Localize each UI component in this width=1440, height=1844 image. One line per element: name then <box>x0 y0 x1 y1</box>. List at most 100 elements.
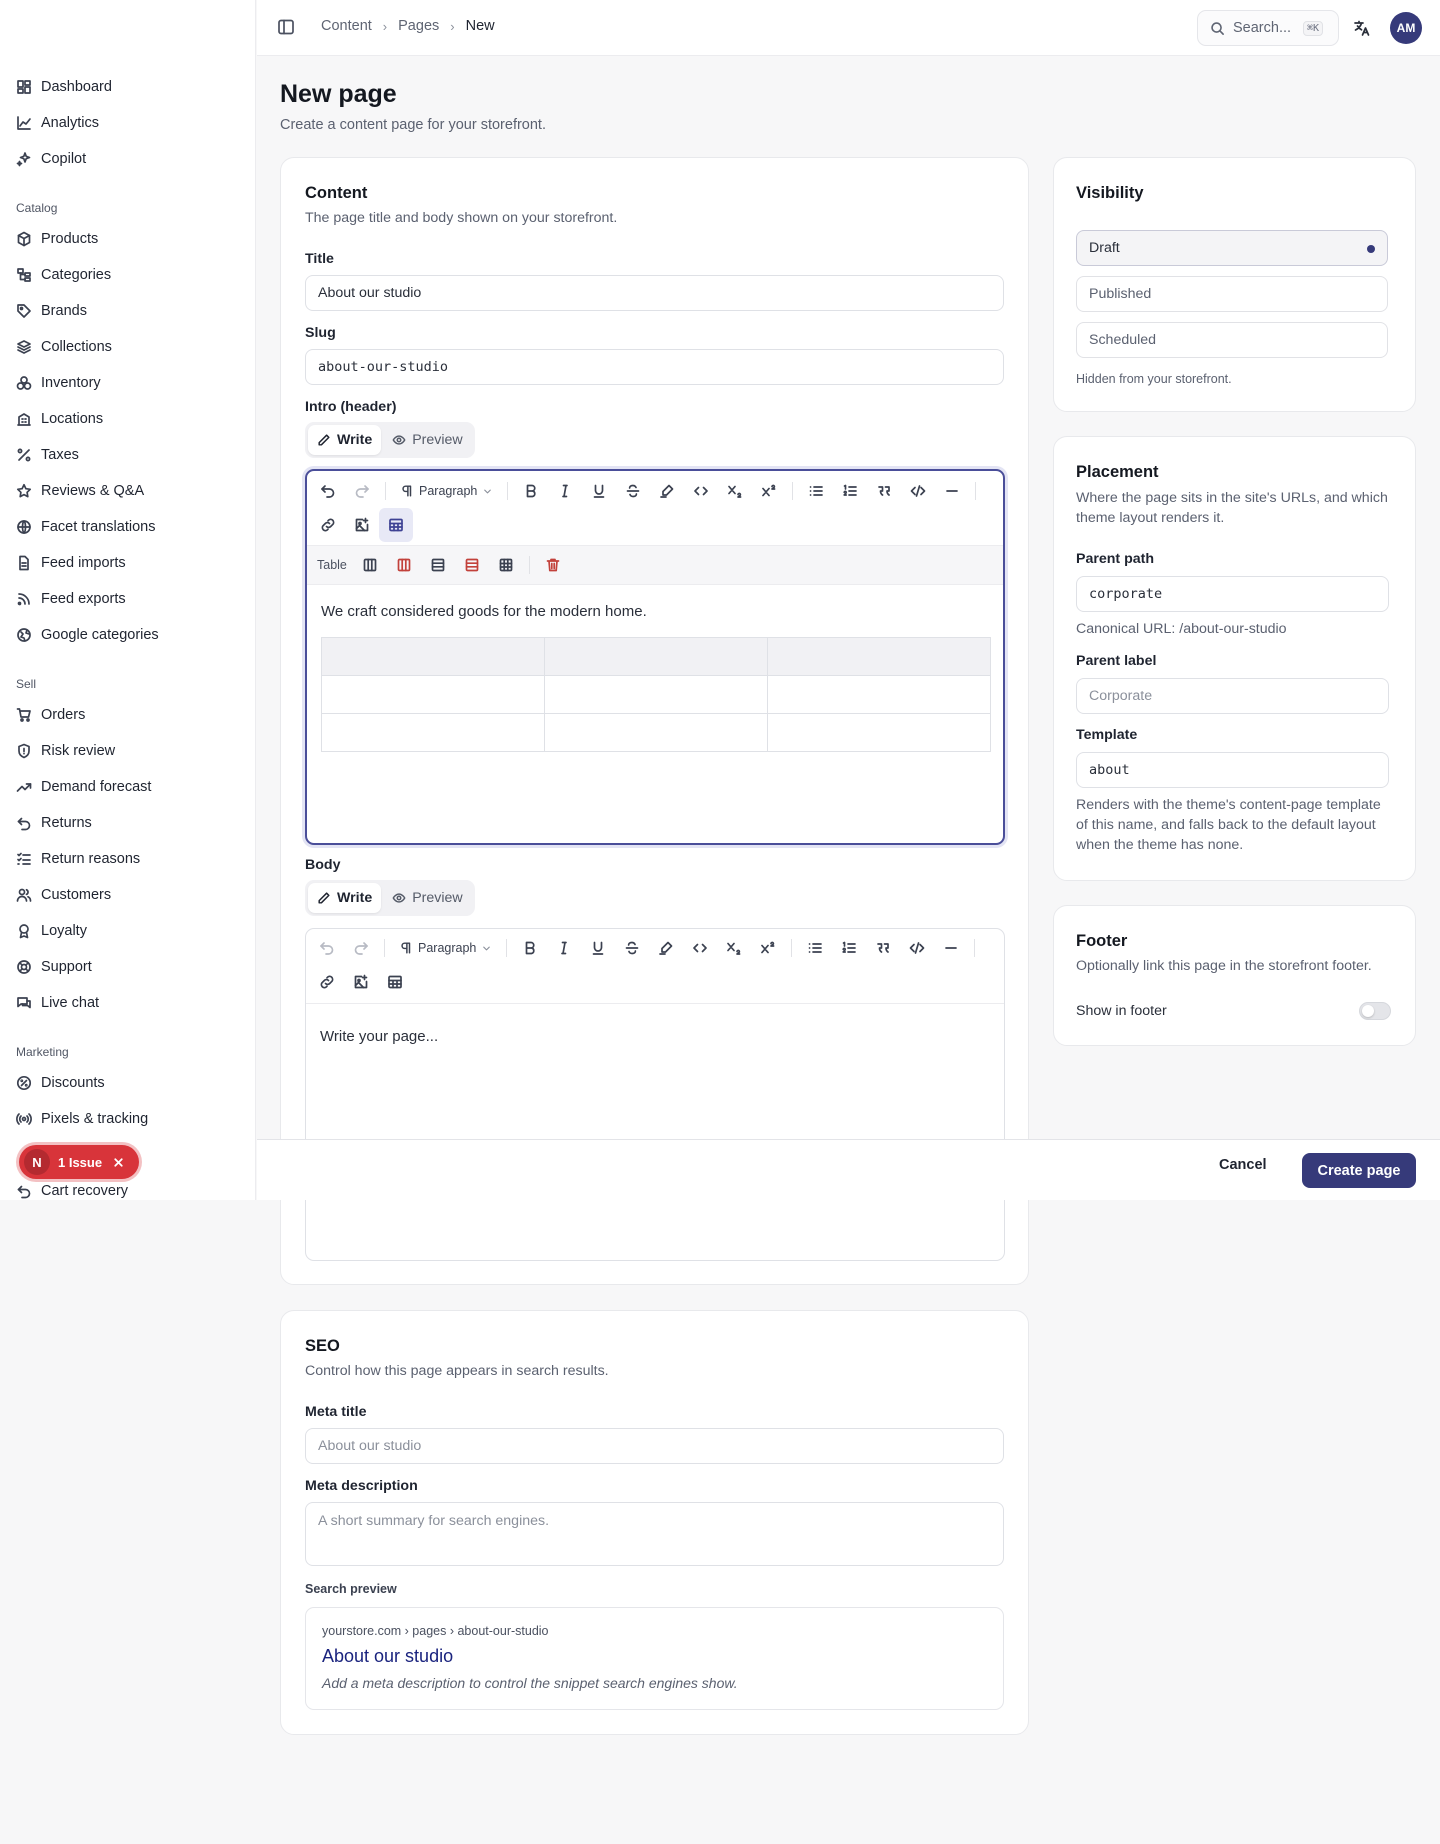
sidebar-item-brands[interactable]: Brands <box>16 299 87 323</box>
parent-label-input[interactable]: Corporate <box>1076 678 1389 714</box>
sidebar-item-returns[interactable]: Returns <box>16 811 92 835</box>
sidebar-item-demand-forecast[interactable]: Demand forecast <box>16 775 151 799</box>
show-in-footer-toggle[interactable] <box>1359 1002 1391 1020</box>
breadcrumb-pages[interactable]: Pages <box>398 18 439 34</box>
table-cell[interactable] <box>767 675 991 714</box>
paragraph-select[interactable]: Paragraph <box>391 931 500 965</box>
intro-write-tab[interactable]: Write <box>308 425 382 455</box>
table-cell[interactable] <box>767 713 991 752</box>
strikethrough-button[interactable] <box>615 931 649 965</box>
inline-code-button[interactable] <box>684 474 718 508</box>
image-button[interactable] <box>345 508 379 542</box>
search-button[interactable]: Search... ⌘K <box>1197 10 1339 46</box>
sidebar-item-inventory[interactable]: Inventory <box>16 371 101 395</box>
delete-column-button[interactable] <box>387 548 421 582</box>
redo-button[interactable] <box>345 474 379 508</box>
visibility-option-draft[interactable]: Draft <box>1076 230 1388 266</box>
code-block-button[interactable] <box>900 931 934 965</box>
sidebar-item-live-chat[interactable]: Live chat <box>16 991 99 1015</box>
table-cell[interactable] <box>544 675 768 714</box>
table-cell[interactable] <box>321 675 545 714</box>
table-button[interactable] <box>378 965 412 999</box>
table-header-cell[interactable] <box>321 637 545 676</box>
highlight-button[interactable] <box>650 474 684 508</box>
toggle-header-button[interactable] <box>489 548 523 582</box>
table-cell[interactable] <box>321 713 545 752</box>
breadcrumb-content[interactable]: Content <box>321 18 372 34</box>
link-button[interactable] <box>310 965 344 999</box>
delete-table-button[interactable] <box>536 548 570 582</box>
delete-row-button[interactable] <box>455 548 489 582</box>
quote-button[interactable] <box>867 474 901 508</box>
superscript-button[interactable] <box>751 931 785 965</box>
sidebar-item-discounts[interactable]: Discounts <box>16 1071 105 1095</box>
intro-editor[interactable]: Paragraph Table We craft considered good… <box>305 469 1005 845</box>
subscript-button[interactable] <box>717 931 751 965</box>
sidebar-item-taxes[interactable]: Taxes <box>16 443 79 467</box>
intro-table[interactable] <box>321 637 991 752</box>
visibility-option-published[interactable]: Published <box>1076 276 1388 312</box>
sidebar-item-return-reasons[interactable]: Return reasons <box>16 847 140 871</box>
issue-badge[interactable]: N 1 Issue <box>19 1145 139 1179</box>
horizontal-rule-button[interactable] <box>934 931 968 965</box>
sidebar-item-analytics[interactable]: Analytics <box>16 111 99 135</box>
sidebar-item-risk-review[interactable]: Risk review <box>16 739 115 763</box>
avatar[interactable]: AM <box>1390 12 1422 44</box>
underline-button[interactable] <box>582 474 616 508</box>
sidebar-item-products[interactable]: Products <box>16 227 98 251</box>
sidebar-item-collections[interactable]: Collections <box>16 335 112 359</box>
code-block-button[interactable] <box>901 474 935 508</box>
sidebar-item-locations[interactable]: Locations <box>16 407 103 431</box>
body-write-tab[interactable]: Write <box>308 883 382 913</box>
sidebar-item-feed-exports[interactable]: Feed exports <box>16 587 126 611</box>
sidebar-item-feed-imports[interactable]: Feed imports <box>16 551 126 575</box>
cancel-button[interactable]: Cancel <box>1219 1157 1267 1173</box>
table-button[interactable] <box>379 508 413 542</box>
close-icon[interactable] <box>112 1156 125 1169</box>
sidebar-item-pixels-tracking[interactable]: Pixels & tracking <box>16 1107 148 1131</box>
numbered-list-button[interactable] <box>832 931 866 965</box>
italic-button[interactable] <box>548 474 582 508</box>
inline-code-button[interactable] <box>683 931 717 965</box>
highlight-button[interactable] <box>649 931 683 965</box>
sidebar-item-orders[interactable]: Orders <box>16 703 85 727</box>
meta-title-input[interactable]: About our studio <box>305 1428 1004 1464</box>
undo-button[interactable] <box>310 931 344 965</box>
bold-button[interactable] <box>513 931 547 965</box>
sidebar-toggle-button[interactable] <box>277 18 295 36</box>
image-button[interactable] <box>344 965 378 999</box>
sidebar-item-facet-translations[interactable]: Facet translations <box>16 515 155 539</box>
sidebar-item-google-categories[interactable]: Google categories <box>16 623 159 647</box>
quote-button[interactable] <box>866 931 900 965</box>
sidebar-item-reviews[interactable]: Reviews & Q&A <box>16 479 144 503</box>
meta-description-input[interactable]: A short summary for search engines. <box>305 1502 1004 1566</box>
table-cell[interactable] <box>544 713 768 752</box>
bold-button[interactable] <box>514 474 548 508</box>
bullet-list-button[interactable] <box>799 474 833 508</box>
numbered-list-button[interactable] <box>833 474 867 508</box>
language-button[interactable] <box>1353 19 1371 37</box>
subscript-button[interactable] <box>718 474 752 508</box>
create-page-button[interactable]: Create page <box>1302 1153 1416 1188</box>
sidebar-item-copilot[interactable]: Copilot <box>16 147 86 171</box>
sidebar-item-categories[interactable]: Categories <box>16 263 111 287</box>
body-editor[interactable]: Paragraph Write your page... <box>305 928 1005 1261</box>
table-header-cell[interactable] <box>544 637 768 676</box>
italic-button[interactable] <box>547 931 581 965</box>
sidebar-item-loyalty[interactable]: Loyalty <box>16 919 87 943</box>
slug-input[interactable]: about-our-studio <box>305 349 1004 385</box>
title-input[interactable]: About our studio <box>305 275 1004 311</box>
paragraph-select[interactable]: Paragraph <box>392 474 501 508</box>
table-header-cell[interactable] <box>767 637 991 676</box>
horizontal-rule-button[interactable] <box>935 474 969 508</box>
strikethrough-button[interactable] <box>616 474 650 508</box>
underline-button[interactable] <box>581 931 615 965</box>
superscript-button[interactable] <box>752 474 786 508</box>
add-row-button[interactable] <box>421 548 455 582</box>
parent-path-input[interactable]: corporate <box>1076 576 1389 612</box>
body-preview-tab[interactable]: Preview <box>383 883 471 913</box>
sidebar-item-cart-recovery[interactable]: Cart recovery <box>16 1179 128 1200</box>
add-column-button[interactable] <box>353 548 387 582</box>
sidebar-item-customers[interactable]: Customers <box>16 883 111 907</box>
template-input[interactable]: about <box>1076 752 1389 788</box>
